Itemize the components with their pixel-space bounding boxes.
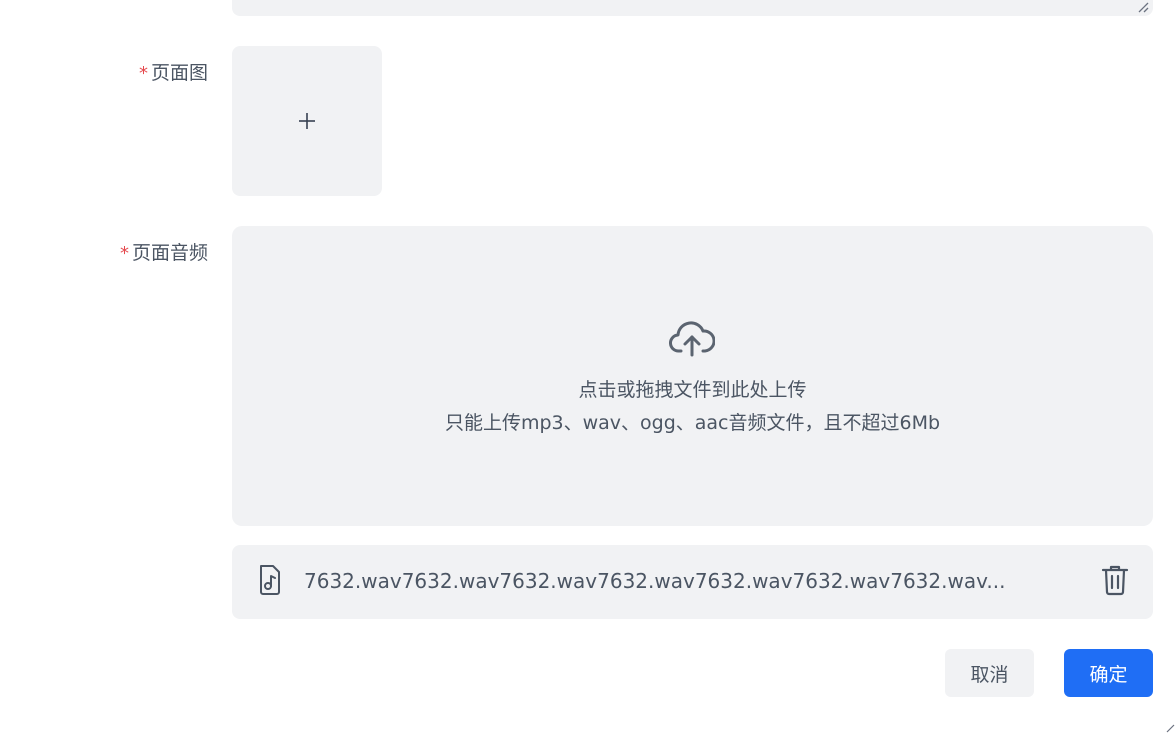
- confirm-button[interactable]: 确定: [1064, 649, 1153, 697]
- resize-handle-icon[interactable]: [1137, 1, 1149, 13]
- image-upload-button[interactable]: [232, 46, 382, 196]
- resize-corner-icon: [1166, 724, 1175, 733]
- page-image-label: * 页面图: [139, 58, 208, 85]
- cloud-upload-icon: [669, 321, 715, 357]
- cancel-button[interactable]: 取消: [945, 649, 1034, 697]
- dropzone-hint: 只能上传mp3、wav、ogg、aac音频文件，且不超过6Mb: [444, 412, 941, 434]
- plus-icon: [299, 113, 315, 129]
- page-image-label-text: 页面图: [150, 62, 208, 84]
- uploaded-file-item: 7632.wav7632.wav7632.wav7632.wav7632.wav…: [232, 545, 1153, 619]
- page-audio-label-text: 页面音频: [131, 242, 208, 264]
- file-name: 7632.wav7632.wav7632.wav7632.wav7632.wav…: [304, 569, 1006, 593]
- trash-icon[interactable]: [1101, 564, 1129, 596]
- music-file-icon: [260, 565, 280, 595]
- page-audio-label: * 页面音频: [120, 238, 208, 265]
- dropzone-text: 点击或拖拽文件到此处上传: [578, 379, 807, 401]
- required-mark: *: [119, 243, 129, 264]
- required-mark: *: [138, 63, 148, 84]
- description-textarea[interactable]: [232, 0, 1153, 16]
